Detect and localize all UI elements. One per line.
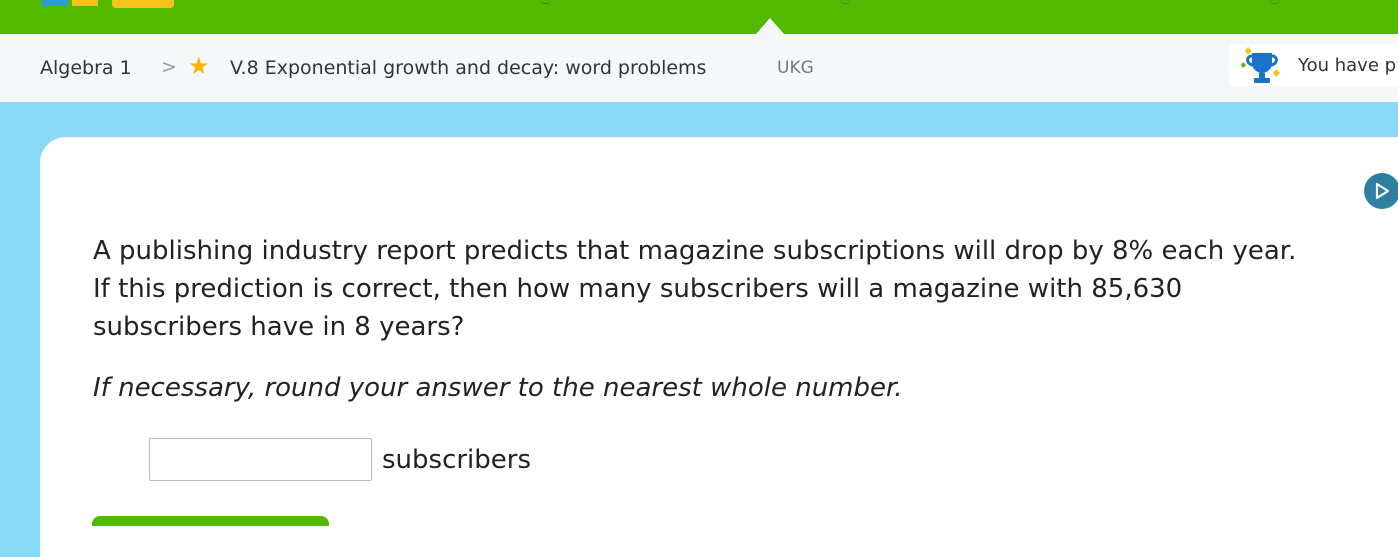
answer-unit-label: subscribers xyxy=(382,445,532,475)
logo-segment[interactable] xyxy=(72,0,98,6)
award-text: You have p xyxy=(1298,55,1397,76)
breadcrumb-subject-link[interactable]: Algebra 1 xyxy=(40,57,132,79)
question-line: subscribers have in 8 years? xyxy=(93,312,465,342)
top-nav-bar xyxy=(0,0,1398,34)
skill-title: V.8 Exponential growth and decay: word p… xyxy=(230,57,707,79)
submit-button[interactable] xyxy=(92,516,329,526)
skill-code: UKG xyxy=(777,58,814,78)
nav-tab-highlight[interactable] xyxy=(112,0,174,8)
breadcrumb: Algebra 1 > ★ V.8 Exponential growth and… xyxy=(0,34,1398,102)
rounding-instruction: If necessary, round your answer to the n… xyxy=(93,373,903,403)
logo-segment[interactable] xyxy=(42,0,68,6)
question-line: If this prediction is correct, then how … xyxy=(93,274,1183,304)
chevron-right-icon: > xyxy=(161,56,177,78)
nav-decoration xyxy=(540,0,550,4)
answer-input[interactable] xyxy=(149,438,372,481)
award-banner[interactable]: You have p xyxy=(1229,44,1398,86)
nav-decoration xyxy=(840,0,850,4)
question-line: A publishing industry report predicts th… xyxy=(93,236,1297,266)
question-text: A publishing industry report predicts th… xyxy=(93,232,1393,346)
nav-pointer xyxy=(756,18,784,34)
star-icon: ★ xyxy=(188,52,210,80)
trophy-icon xyxy=(1241,47,1280,83)
play-audio-button[interactable] xyxy=(1364,173,1398,209)
play-icon xyxy=(1375,182,1390,200)
question-card xyxy=(40,137,1398,557)
nav-decoration xyxy=(1270,0,1280,4)
